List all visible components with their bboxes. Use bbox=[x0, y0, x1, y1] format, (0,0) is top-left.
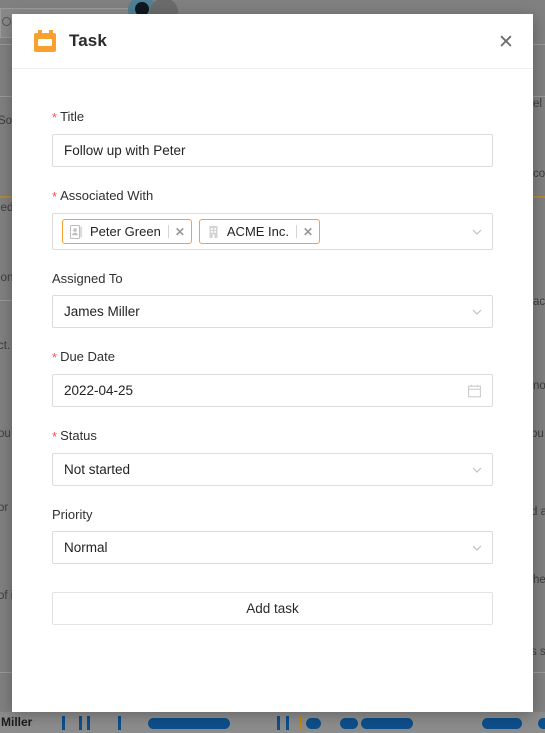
field-priority-label: Priority bbox=[52, 507, 93, 522]
due-date-value: 2022-04-25 bbox=[64, 383, 134, 398]
timeline-bar[interactable] bbox=[340, 718, 358, 729]
field-title-label: * Title bbox=[52, 109, 493, 125]
modal-title: Task bbox=[69, 31, 107, 50]
label-text: Title bbox=[60, 109, 85, 124]
timeline-bar[interactable] bbox=[538, 718, 545, 729]
modal-body: * Title Follow up with Peter * Associated … bbox=[12, 69, 533, 625]
associated-with-multiselect[interactable]: Peter Green ✕ ACME Inc. ✕ bbox=[52, 213, 493, 250]
priority-select[interactable]: Normal bbox=[52, 531, 493, 564]
label-text: Due Date bbox=[60, 349, 115, 364]
background-text-fragment: or bbox=[0, 502, 9, 514]
tag-acme-inc[interactable]: ACME Inc. ✕ bbox=[198, 219, 321, 244]
background-text-fragment: ou bbox=[0, 428, 11, 440]
timeline-bar[interactable] bbox=[148, 718, 230, 729]
timeline-bar[interactable] bbox=[482, 718, 522, 729]
field-assigned-to-label: Assigned To bbox=[52, 271, 123, 286]
required-marker: * bbox=[52, 189, 58, 204]
timeline-bar[interactable] bbox=[361, 718, 413, 729]
chevron-down-icon[interactable] bbox=[472, 467, 482, 473]
close-icon[interactable]: ✕ bbox=[495, 32, 517, 54]
field-status-label: * Status bbox=[52, 428, 493, 444]
title-input[interactable]: Follow up with Peter bbox=[52, 134, 493, 167]
field-assigned-to: Assigned To James Miller bbox=[52, 271, 493, 328]
modal-header: Task ✕ bbox=[12, 14, 533, 69]
status-value: Not started bbox=[64, 462, 131, 477]
title-input-value: Follow up with Peter bbox=[64, 143, 186, 158]
gantt-timeline[interactable]: Miller bbox=[0, 712, 545, 733]
timeline-tick[interactable] bbox=[118, 716, 121, 730]
assigned-to-select[interactable]: James Miller bbox=[52, 295, 493, 328]
tag-peter-green[interactable]: Peter Green ✕ bbox=[62, 219, 192, 244]
task-modal: Task ✕ * Title Follow up with Peter * Asso… bbox=[12, 14, 533, 712]
timeline-tick[interactable] bbox=[87, 716, 90, 730]
timeline-tick[interactable] bbox=[277, 716, 280, 730]
tag-label: ACME Inc. bbox=[226, 224, 290, 239]
status-select[interactable]: Not started bbox=[52, 453, 493, 486]
field-associated-with: * Associated With Peter Green ✕ ACME Inc… bbox=[52, 188, 493, 250]
calendar-picker-icon[interactable] bbox=[468, 384, 481, 398]
timeline-bar[interactable] bbox=[306, 718, 321, 729]
field-due-date-label: * Due Date bbox=[52, 349, 493, 365]
due-date-input[interactable]: 2022-04-25 bbox=[52, 374, 493, 407]
chevron-down-icon[interactable] bbox=[472, 309, 482, 315]
background-text-fragment: ac bbox=[533, 296, 545, 308]
tag-separator bbox=[167, 225, 169, 238]
contact-card-icon bbox=[70, 224, 83, 239]
building-icon bbox=[207, 225, 220, 239]
field-status: * Status Not started bbox=[52, 428, 493, 486]
required-marker: * bbox=[52, 110, 58, 125]
timeline-row-label: Miller bbox=[1, 715, 33, 729]
background-text-fragment: co bbox=[533, 168, 545, 180]
field-title: * Title Follow up with Peter bbox=[52, 109, 493, 167]
calendar-icon bbox=[34, 30, 56, 52]
tag-separator bbox=[296, 225, 298, 238]
add-task-button[interactable]: Add task bbox=[52, 592, 493, 625]
background-status-icon bbox=[2, 17, 11, 26]
timeline-tick[interactable] bbox=[286, 716, 289, 730]
tag-remove-icon[interactable]: ✕ bbox=[303, 226, 313, 238]
label-text: Status bbox=[60, 428, 97, 443]
chevron-down-icon[interactable] bbox=[472, 229, 482, 235]
tag-remove-icon[interactable]: ✕ bbox=[175, 226, 185, 238]
required-marker: * bbox=[52, 350, 58, 365]
field-priority: Priority Normal bbox=[52, 507, 493, 564]
background-text-fragment: s s bbox=[531, 646, 545, 658]
field-associated-with-label: * Associated With bbox=[52, 188, 493, 204]
field-due-date: * Due Date 2022-04-25 bbox=[52, 349, 493, 407]
background-text-fragment: d a bbox=[531, 506, 545, 518]
label-text: Associated With bbox=[60, 188, 154, 203]
timeline-tick[interactable] bbox=[79, 716, 82, 730]
assigned-to-value: James Miller bbox=[64, 304, 140, 319]
background-text-fragment: el bbox=[533, 98, 542, 110]
background-text-fragment: no bbox=[533, 380, 545, 392]
required-marker: * bbox=[52, 429, 58, 444]
tag-label: Peter Green bbox=[90, 224, 161, 239]
priority-value: Normal bbox=[64, 540, 108, 555]
background-text-fragment: he bbox=[533, 574, 545, 586]
timeline-marker[interactable] bbox=[300, 716, 302, 730]
timeline-tick[interactable] bbox=[62, 716, 65, 730]
chevron-down-icon[interactable] bbox=[472, 545, 482, 551]
background-text-fragment: ct. bbox=[0, 340, 11, 352]
